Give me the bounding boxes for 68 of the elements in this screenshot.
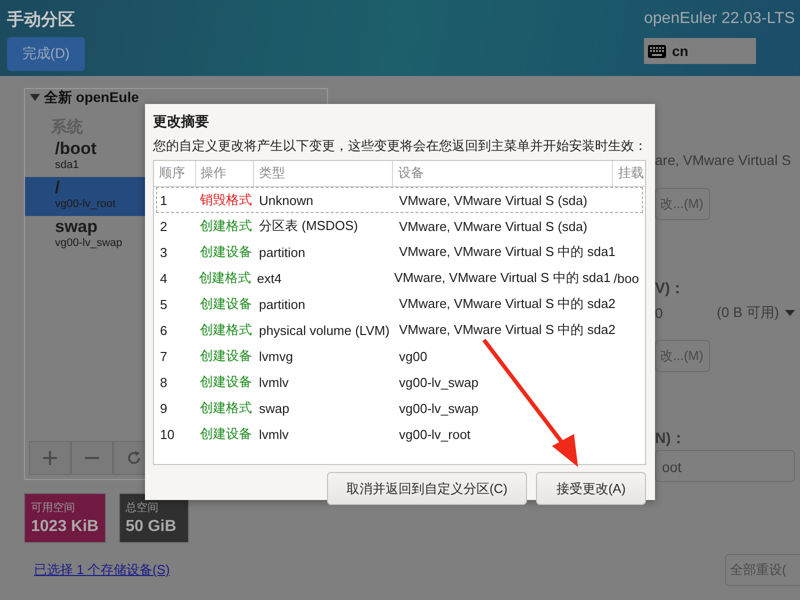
table-cell-text: Unknown <box>258 192 314 208</box>
volume-group-label: V)： <box>655 279 685 298</box>
table-cell-text: 创建格式 <box>199 399 253 417</box>
table-cell-text: 创建格式 <box>199 321 253 339</box>
table-cell-text: /boo <box>612 270 640 286</box>
table-cell-text: 2 <box>159 218 168 234</box>
column-header[interactable]: 设备 <box>393 161 614 186</box>
table-cell-text: 7 <box>159 348 168 364</box>
keyboard-layout-button[interactable]: cn <box>644 38 756 64</box>
table-cell-text: 销毁格式 <box>199 191 253 209</box>
table-cell-text: VMware, VMware Virtual S 中的 sda1 <box>393 269 611 287</box>
table-cell-text: 1 <box>159 192 168 208</box>
table-cell-text: 9 <box>159 400 168 416</box>
table-cell-text: VMware, VMware Virtual S (sda) <box>398 192 588 208</box>
table-cell-text: partition <box>258 296 306 312</box>
storage-devices-link[interactable]: 已选择 1 个存储设备(S) <box>34 561 328 579</box>
table-cell-text: 创建格式 <box>199 217 253 235</box>
table-cell-text: 创建设备 <box>199 243 253 261</box>
cancel-button[interactable]: 取消并返回到自定义分区(C) <box>327 472 527 505</box>
table-cell-text: VMware, VMware Virtual S 中的 sda2 <box>398 295 616 313</box>
table-cell-text: 6 <box>159 322 168 338</box>
refresh-icon <box>126 450 142 466</box>
table-cell-text: VMware, VMware Virtual S 中的 sda2 <box>398 321 616 339</box>
device-description: are, VMware Virtual S <box>655 152 791 168</box>
table-cell-text: ext4 <box>256 270 283 286</box>
product-title: openEuler 22.03-LTS <box>644 10 796 28</box>
table-cell-text: vg00-lv_swap <box>398 400 480 416</box>
table-cell-text: partition <box>258 244 306 260</box>
installation-group-title: 全新 openEule <box>44 89 139 107</box>
table-cell-text: physical volume (LVM) <box>258 322 391 338</box>
volume-group-dropdown[interactable]: 0 (0 B 可用) <box>655 304 795 322</box>
name-field[interactable]: oot <box>655 450 795 482</box>
table-cell-text: VMware, VMware Virtual S (sda) <box>398 218 588 234</box>
column-header[interactable]: 挂载 <box>613 161 645 186</box>
add-icon <box>42 450 58 466</box>
table-cell-text: VMware, VMware Virtual S 中的 sda1 <box>398 243 616 261</box>
name-label: N)： <box>655 429 686 448</box>
table-cell-text: lvmlv <box>258 426 290 442</box>
caret-icon <box>785 310 795 316</box>
table-cell-text: 5 <box>159 296 168 312</box>
table-cell-text: 创建设备 <box>199 425 253 443</box>
table-cell-text: lvmvg <box>258 348 294 364</box>
table-cell-text: 4 <box>159 270 168 286</box>
table-cell-text: 创建格式 <box>198 269 252 287</box>
keyboard-icon <box>648 44 666 58</box>
expander-icon[interactable] <box>30 94 40 102</box>
table-cell-text: vg00-lv_swap <box>398 374 480 390</box>
column-header[interactable]: 类型 <box>254 161 394 186</box>
table-cell-text: vg00 <box>398 348 428 364</box>
table-cell-text: swap <box>258 400 290 416</box>
space-tile: 可用空间 1023 KiB <box>24 493 106 543</box>
dialog-title: 更改摘要 <box>153 113 210 131</box>
add-button[interactable] <box>29 441 71 475</box>
table-cell-text: 创建设备 <box>199 295 253 313</box>
page-title: 手动分区 <box>7 9 76 31</box>
table-cell-text: 创建设备 <box>199 373 253 391</box>
accept-button[interactable]: 接受更改(A) <box>536 472 646 505</box>
column-header[interactable]: 操作 <box>196 161 254 186</box>
table-cell-text: 8 <box>159 374 168 390</box>
table-cell-text: 分区表 (MSDOS) <box>258 217 359 235</box>
done-button[interactable]: 完成(D) <box>7 37 85 71</box>
table-cell-text: 3 <box>159 244 168 260</box>
table-cell-text: 创建设备 <box>199 347 253 365</box>
table-cell-text: vg00-lv_root <box>398 426 472 442</box>
dialog-message: 您的自定义更改将产生以下变更，这些变更将会在您返回到主菜单并开始安装时生效： <box>153 137 647 155</box>
table-cell-text: 10 <box>159 426 176 442</box>
table-cell-text: lvmlv <box>258 374 290 390</box>
column-header[interactable]: 顺序 <box>154 161 196 186</box>
